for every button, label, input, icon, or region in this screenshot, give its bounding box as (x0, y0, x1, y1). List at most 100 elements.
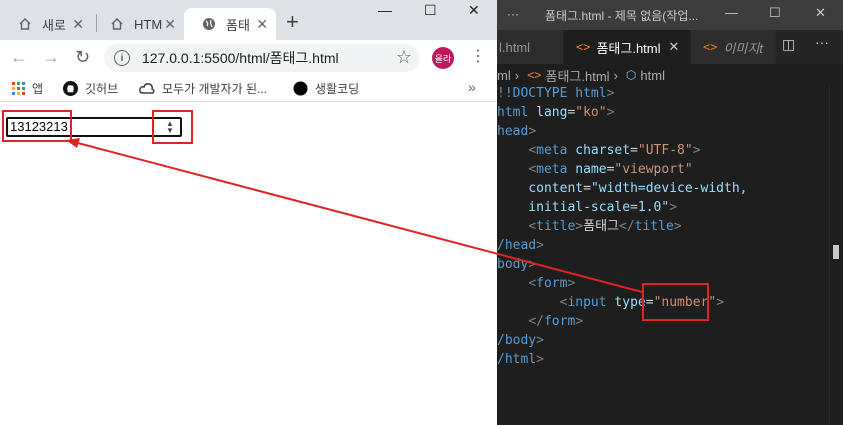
code-line: content="width=device-width, (497, 179, 843, 198)
breadcrumb: ml › <> 폼태그.html › ⬡ html (497, 64, 843, 86)
bookmark-star-icon[interactable]: ☆ (396, 47, 412, 68)
reload-icon[interactable]: ↻ (75, 47, 90, 68)
address-url: 127.0.0.1:5500/html/폼태그.html (142, 50, 339, 66)
cube-icon: ⬡ (625, 68, 637, 82)
split-editor-icon[interactable]: ◫ (782, 36, 795, 53)
close-icon[interactable]: ✕ (72, 16, 84, 33)
more-menu-icon[interactable]: ⋮ (470, 46, 486, 66)
page-viewport: 13123213 ▲ ▼ (0, 103, 497, 425)
chevron-right-icon: › (613, 67, 618, 83)
bookmark-label: 깃허브 (85, 82, 119, 96)
chevron-right-icon: › (514, 67, 520, 83)
code-text: /body> (497, 333, 544, 348)
chevron-double-right-icon[interactable]: » (468, 79, 476, 95)
info-icon[interactable]: i (114, 50, 130, 66)
editor-tab-image[interactable]: <> 이미지t (691, 30, 775, 64)
globe-icon (202, 17, 216, 31)
code-text: head> (497, 124, 537, 139)
code-text: content="width=device-width, (528, 181, 748, 196)
avatar[interactable]: 올라 (432, 47, 454, 69)
code-text: initial-scale=1.0"> (497, 200, 678, 215)
close-window-icon[interactable]: ✕ (468, 2, 480, 19)
breadcrumb-root[interactable]: ml (497, 68, 511, 83)
github-icon (63, 81, 78, 96)
tab-title: HTM (134, 16, 163, 32)
code-text: <form> (528, 276, 576, 291)
code-line: <meta charset="UTF-8"> (497, 141, 843, 160)
address-bar[interactable]: i 127.0.0.1:5500/html/폼태그.html ☆ (104, 44, 420, 72)
browser-window: 새로 ✕ HTM ✕ 폼태 ✕ + — ☐ ✕ ← → ↻ i 127.0.0.… (0, 0, 497, 425)
tab-label: l.html (499, 39, 531, 55)
bookmark-label: 모두가 개발자가 된... (162, 82, 267, 96)
code-text: </form> (528, 314, 584, 329)
tab-label: 폼태그.html (596, 40, 661, 56)
back-icon[interactable]: ← (10, 47, 28, 68)
bookmark-github[interactable]: 깃허브 (63, 80, 118, 97)
close-window-icon[interactable]: ✕ (815, 5, 826, 21)
home-icon (18, 17, 32, 31)
browser-tab-active[interactable]: 폼태 ✕ (184, 8, 276, 40)
editor-titlebar: ··· 폼태그.html - 제목 없음(작업... — ☐ ✕ (497, 0, 843, 30)
code-text: body> (497, 257, 537, 272)
more-icon[interactable]: ··· (507, 7, 519, 21)
annotation-box-type-number (642, 283, 709, 321)
editor-tab-html[interactable]: l.html (497, 30, 563, 64)
forward-icon[interactable]: → (42, 47, 60, 68)
bookmark-label: 생활코딩 (315, 82, 360, 96)
editor-tabs: l.html <> 폼태그.html ✕ <> 이미지t ◫ ··· (497, 30, 843, 64)
browser-tab-html[interactable]: HTM ✕ (92, 8, 184, 40)
maximize-icon[interactable]: ☐ (424, 2, 437, 19)
code-text: <meta name="viewport" (528, 162, 693, 177)
code-text: <title>폼태그</title> (528, 219, 682, 234)
close-icon[interactable]: ✕ (256, 16, 268, 33)
code-text: /head> (497, 238, 544, 253)
editor-window-title: 폼태그.html - 제목 없음(작업... (545, 9, 699, 23)
annotation-box-spinner (152, 110, 193, 144)
code-line: <meta name="viewport" (497, 160, 843, 179)
code-line: head> (497, 122, 843, 141)
bookmark-label: 앱 (32, 82, 44, 96)
home-icon (110, 17, 124, 31)
code-line: <title>폼태그</title> (497, 217, 843, 236)
code-line: !!DOCTYPE html> (497, 86, 615, 101)
minimize-icon[interactable]: — (725, 5, 738, 20)
annotation-box-input-value (2, 110, 72, 142)
browser-tabstrip: 새로 ✕ HTM ✕ 폼태 ✕ + — ☐ ✕ (0, 0, 497, 40)
browser-tab-new[interactable]: 새로 ✕ (0, 8, 92, 40)
code-line: initial-scale=1.0"> (497, 198, 843, 217)
code-text: /html> (497, 352, 544, 367)
close-icon[interactable]: ✕ (669, 39, 680, 55)
cloud-icon (139, 82, 155, 96)
breadcrumb-file[interactable]: 폼태그.html (546, 66, 610, 85)
code-line: /head> (497, 236, 843, 255)
code-line: html lang="ko"> (497, 103, 843, 122)
close-icon[interactable]: ✕ (164, 16, 176, 33)
code-line: /body> (497, 331, 843, 350)
code-line: body> (497, 255, 843, 274)
minimize-icon[interactable]: — (378, 2, 392, 18)
more-actions-icon[interactable]: ··· (815, 34, 829, 50)
html-file-icon: <> (576, 40, 591, 54)
bookmark-everyone-developer[interactable]: 모두가 개발자가 된... (139, 80, 267, 97)
tab-title: 폼태 (226, 17, 250, 33)
code-text: <meta charset="UTF-8"> (528, 143, 701, 158)
circle-icon (293, 81, 308, 96)
maximize-icon[interactable]: ☐ (769, 5, 781, 21)
code-text: html lang="ko"> (497, 105, 615, 120)
bookmarks-bar: 앱 깃허브 모두가 개발자가 된... 생활코딩 » (0, 76, 497, 102)
code-text: !DOCTYPE html> (504, 86, 615, 101)
editor-tab-form[interactable]: <> 폼태그.html ✕ (564, 30, 690, 64)
html-file-icon: <> (703, 40, 718, 54)
tab-label: 이미지t (723, 40, 763, 56)
editor-window: ··· 폼태그.html - 제목 없음(작업... — ☐ ✕ l.html … (497, 0, 843, 425)
apps-grid-icon (12, 82, 25, 95)
new-tab-button[interactable]: + (286, 10, 299, 34)
bookmark-opentutorials[interactable]: 생활코딩 (293, 80, 359, 97)
scrollbar-thumb[interactable] (833, 245, 839, 259)
bookmark-apps[interactable]: 앱 (12, 80, 43, 97)
breadcrumb-node[interactable]: html (640, 68, 665, 83)
code-editor[interactable]: !!DOCTYPE html> html lang="ko"> head> <m… (497, 84, 843, 369)
tab-title: 새로 (42, 17, 66, 33)
browser-toolbar: ← → ↻ i 127.0.0.1:5500/html/폼태그.html ☆ 올… (0, 40, 497, 76)
html-file-icon: <> (527, 68, 542, 82)
